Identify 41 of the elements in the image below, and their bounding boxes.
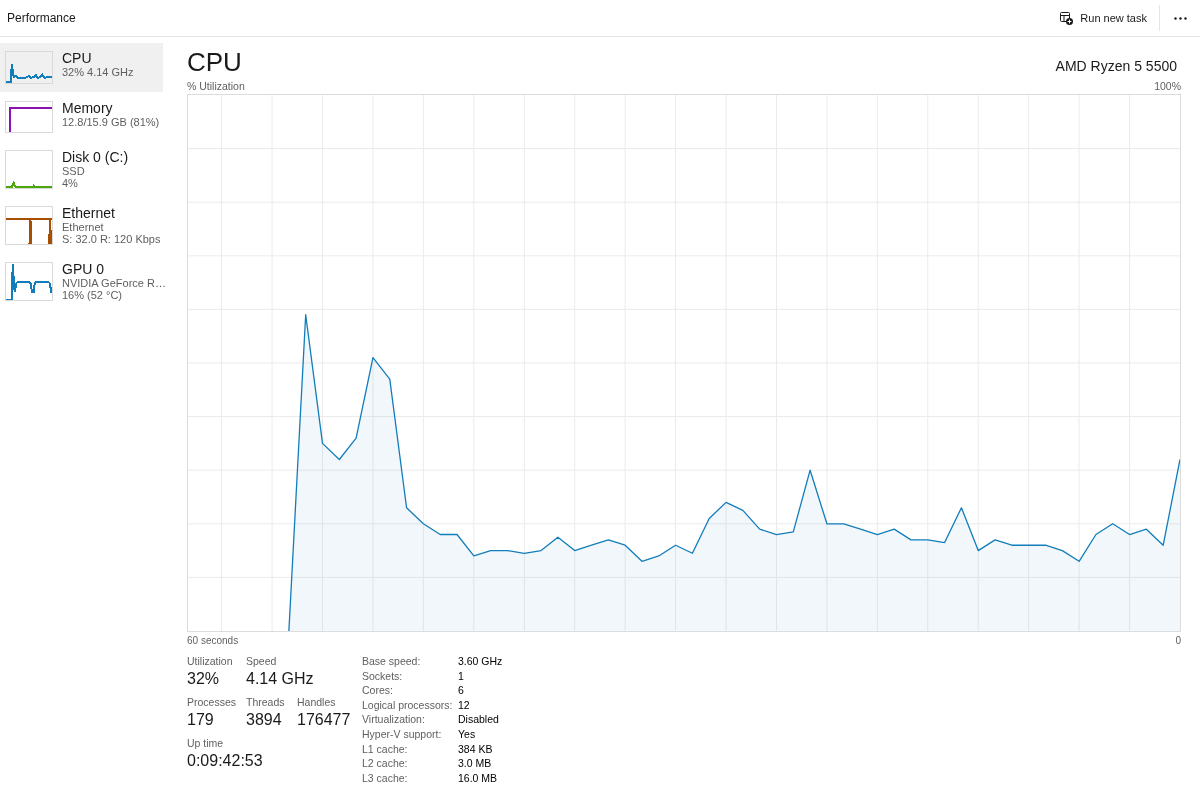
scale-label: 100% [1154, 80, 1181, 93]
spec-label: Logical processors: [362, 697, 454, 713]
time-label: 0 [1175, 635, 1181, 647]
stat-label: Speed [246, 654, 278, 668]
stat-value: 4.14 GHz [246, 669, 314, 689]
spec-label: Virtualization: [362, 712, 426, 727]
stat-value: 0:09:42:53 [187, 751, 263, 771]
stat-label: Utilization [187, 654, 234, 668]
page-title: Performance [7, 10, 76, 26]
spec-value: 12 [458, 697, 471, 713]
processor-name: AMD Ryzen 5 5500 [1055, 57, 1178, 75]
spec-label: L1 cache: [362, 741, 409, 757]
spec-value: 3.0 MB [458, 756, 493, 771]
spec-value: Yes [458, 726, 477, 742]
spec-value: 3.60 GHz [458, 654, 503, 669]
window-add-icon [1060, 11, 1074, 25]
spec-value: 384 KB [458, 741, 494, 757]
graph-label: % Utilization [187, 80, 245, 93]
spec-value: 1 [458, 668, 465, 684]
spec-label: L3 cache: [362, 770, 409, 786]
section-title: CPU [187, 47, 242, 77]
spec-label: Cores: [362, 683, 394, 698]
spec-value: 16.0 MB [458, 770, 499, 786]
spec-label: Base speed: [362, 654, 422, 669]
spec-label: L2 cache: [362, 756, 409, 771]
more-icon [1173, 16, 1187, 20]
spec-label: Sockets: [362, 668, 404, 684]
stat-value: 176477 [297, 710, 351, 730]
spec-value: 6 [458, 683, 465, 698]
stat-value: 3894 [246, 710, 283, 730]
stat-label: Threads [246, 695, 286, 709]
stat-label: Handles [297, 695, 337, 709]
sidebar-item[interactable]: CPU 32% 4.14 GHz [0, 43, 163, 92]
spec-label: Hyper-V support: [362, 726, 443, 742]
stat-value: 32% [187, 669, 221, 689]
time-label: 60 seconds [187, 635, 239, 647]
stat-value: 179 [187, 710, 215, 730]
stat-label: Processes [187, 695, 238, 709]
stat-label: Up time [187, 736, 225, 750]
spec-value: Disabled [458, 712, 500, 727]
run-new-task-button[interactable]: Run new task [1054, 4, 1153, 32]
